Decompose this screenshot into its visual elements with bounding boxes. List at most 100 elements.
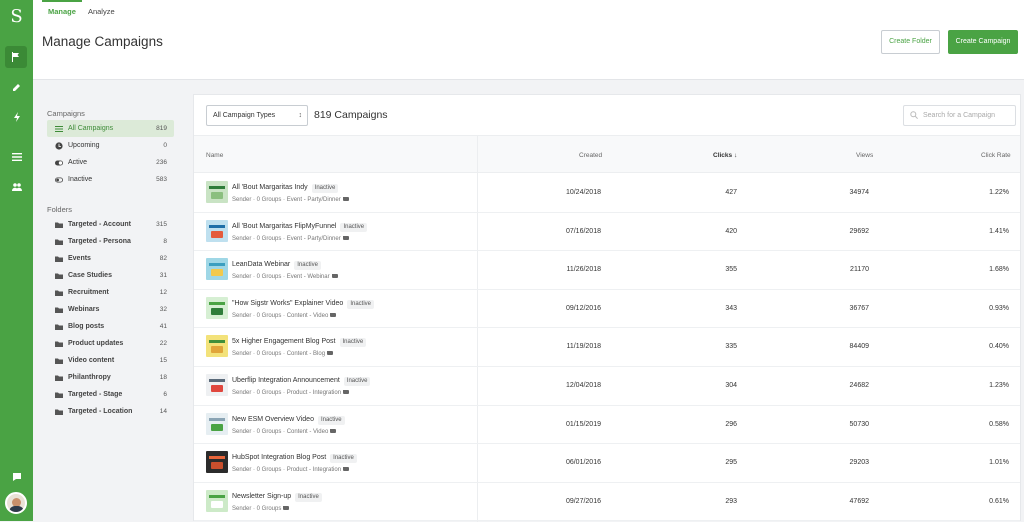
campaign-meta-text: Sender · 0 Groups · Content - Blog — [232, 351, 326, 358]
campaign-thumbnail[interactable] — [206, 219, 228, 242]
campaigns-panel: All Campaign Types ↕ 819 Campaigns Searc… — [193, 94, 1021, 522]
sidebar-item-active[interactable]: Active 236 — [47, 154, 174, 171]
campaign-name[interactable]: HubSpot Integration Blog Post — [232, 454, 326, 461]
column-header-clicks[interactable]: Clicks ↓ — [713, 152, 737, 159]
campaign-name[interactable]: "How Sigstr Works" Explainer Video — [232, 300, 343, 307]
created-cell: 01/15/2019 — [565, 420, 601, 428]
sidebar-folder-item[interactable]: Video content 15 — [47, 352, 174, 369]
folder-icon — [55, 374, 63, 382]
campaign-title[interactable]: All 'Bout Margaritas FlipMyFunnel Inactiv… — [232, 222, 368, 232]
click-rate-cell: 1.22% — [989, 189, 1009, 196]
created-cell: 11/26/2018 — [566, 266, 601, 274]
column-header-name[interactable]: Name — [206, 152, 223, 159]
sidebar-folder-item[interactable]: Case Studies 31 — [47, 267, 174, 284]
create-folder-button[interactable]: Create Folder — [881, 30, 940, 54]
campaign-title[interactable]: New ESM Overview Video Inactive — [232, 415, 345, 425]
chat-icon[interactable] — [0, 466, 33, 488]
sidebar-item-count: 583 — [156, 176, 167, 183]
campaign-thumbnail[interactable] — [206, 335, 228, 358]
search-placeholder: Search for a Campaign — [923, 112, 995, 119]
sidebar-item-all-campaigns[interactable]: All Campaigns 819 — [47, 120, 174, 137]
sidebar-folder-label: Product updates — [68, 340, 124, 347]
sidebar-folder-label: Blog posts — [68, 323, 105, 330]
campaigns-flag-icon[interactable] — [5, 46, 27, 68]
table-row[interactable]: New ESM Overview Video Inactive Sender · 0… — [194, 406, 1020, 445]
campaign-thumbnail[interactable] — [206, 258, 228, 281]
sidebar-folder-item[interactable]: Blog posts 41 — [47, 318, 174, 335]
created-cell: 10/24/2018 — [565, 189, 601, 196]
campaign-name[interactable]: All 'Bout Margaritas Indy — [232, 184, 308, 191]
sidebar-folder-item[interactable]: Philanthropy 18 — [47, 369, 174, 386]
folder-icon — [55, 391, 63, 399]
campaign-title[interactable]: Newsletter Sign-up Inactive — [232, 492, 322, 502]
table-row[interactable]: Newsletter Sign-up Inactive Sender · 0 Gro… — [194, 483, 1020, 522]
clicks-cell: 355 — [725, 266, 737, 274]
campaign-title[interactable]: 5x Higher Engagement Blog Post Inactive — [232, 338, 367, 348]
sidebar-folder-item[interactable]: Targeted - Location 14 — [47, 403, 174, 420]
sidebar-folder-item[interactable]: Events 82 — [47, 250, 174, 267]
sidebar-item-inactive[interactable]: Inactive 583 — [47, 171, 174, 188]
clicks-cell: 427 — [725, 189, 737, 196]
left-rail: S — [0, 0, 33, 521]
views-cell: 29203 — [849, 459, 869, 467]
sidebar-folder-item[interactable]: Product updates 22 — [47, 335, 174, 352]
campaign-title[interactable]: LeanData Webinar Inactive — [232, 261, 321, 271]
sidebar-folder-item[interactable]: Targeted - Account 315 — [47, 216, 174, 233]
campaign-thumbnail[interactable] — [206, 296, 228, 319]
campaign-thumbnail[interactable] — [206, 374, 228, 396]
clicks-cell: 295 — [725, 459, 737, 467]
campaign-thumbnail[interactable] — [206, 412, 228, 435]
create-campaign-button[interactable]: Create Campaign — [948, 30, 1018, 54]
table-row[interactable]: All 'Bout Margaritas FlipMyFunnel Inactiv… — [194, 213, 1020, 252]
tab-analyze[interactable]: Analyze — [82, 0, 121, 20]
table-row[interactable]: 5x Higher Engagement Blog Post Inactive Se… — [194, 328, 1020, 367]
app-logo[interactable]: S — [0, 6, 33, 28]
table-row[interactable]: "How Sigstr Works" Explainer Video Inacti… — [194, 290, 1020, 329]
users-icon[interactable] — [0, 176, 33, 198]
table-row[interactable]: HubSpot Integration Blog Post Inactive Sen… — [194, 444, 1020, 483]
tab-manage[interactable]: Manage — [42, 0, 82, 20]
campaign-title[interactable]: HubSpot Integration Blog Post Inactive — [232, 454, 357, 464]
campaign-type-select[interactable]: All Campaign Types ↕ — [206, 105, 308, 126]
user-avatar[interactable] — [5, 492, 27, 514]
sidebar-folder-item[interactable]: Webinars 32 — [47, 301, 174, 318]
campaign-thumbnail[interactable] — [206, 451, 228, 474]
campaign-name[interactable]: New ESM Overview Video — [232, 416, 314, 423]
column-header-created[interactable]: Created — [579, 152, 602, 159]
campaign-meta-text: Sender · 0 Groups · Product - Integratio… — [232, 390, 342, 396]
campaign-name[interactable]: LeanData Webinar — [232, 261, 290, 268]
created-cell: 12/04/2018 — [565, 382, 601, 389]
table-row[interactable]: LeanData Webinar Inactive Sender · 0 Group… — [194, 251, 1020, 290]
campaign-count: 819 Campaigns — [314, 109, 388, 121]
lightning-icon[interactable] — [0, 106, 33, 128]
campaign-name[interactable]: Uberflip Integration Announcement — [232, 377, 340, 384]
campaign-meta-text: Sender · 0 Groups · Product - Integratio… — [232, 467, 342, 474]
campaign-title[interactable]: Uberflip Integration Announcement Inactiv… — [232, 377, 371, 386]
search-input[interactable]: Search for a Campaign — [903, 105, 1016, 126]
sidebar-folder-item[interactable]: Targeted - Stage 6 — [47, 386, 174, 403]
table-row[interactable]: All 'Bout Margaritas Indy Inactive Sender … — [194, 174, 1020, 213]
pencil-icon[interactable] — [0, 76, 33, 98]
campaign-name[interactable]: All 'Bout Margaritas FlipMyFunnel — [232, 223, 336, 230]
campaign-title[interactable]: "How Sigstr Works" Explainer Video Inacti… — [232, 299, 374, 309]
created-cell: 09/27/2016 — [565, 497, 601, 505]
campaign-thumbnail[interactable] — [206, 181, 228, 203]
sidebar: Campaigns All Campaigns 819 Upcoming 0 A… — [47, 108, 174, 420]
sidebar-folder-count: 41 — [159, 323, 167, 330]
folder-icon — [343, 390, 350, 394]
sidebar-folder-item[interactable]: Targeted - Persona 8 — [47, 233, 174, 250]
column-header-views[interactable]: Views — [856, 152, 873, 159]
folder-icon — [331, 274, 338, 279]
sidebar-item-upcoming[interactable]: Upcoming 0 — [47, 137, 174, 154]
campaign-name[interactable]: 5x Higher Engagement Blog Post — [232, 338, 336, 345]
clicks-cell: 293 — [725, 497, 737, 505]
campaign-thumbnail[interactable] — [206, 489, 228, 512]
campaign-name[interactable]: Newsletter Sign-up — [232, 493, 291, 500]
sidebar-folder-item[interactable]: Recruitment 12 — [47, 284, 174, 301]
click-rate-cell: 1.23% — [989, 382, 1009, 389]
campaign-title[interactable]: All 'Bout Margaritas Indy Inactive — [232, 184, 339, 193]
column-header-click-rate[interactable]: Click Rate — [981, 152, 1011, 159]
table-row[interactable]: Uberflip Integration Announcement Inactiv… — [194, 367, 1020, 406]
list-icon[interactable] — [0, 146, 33, 168]
folder-icon — [342, 197, 349, 201]
